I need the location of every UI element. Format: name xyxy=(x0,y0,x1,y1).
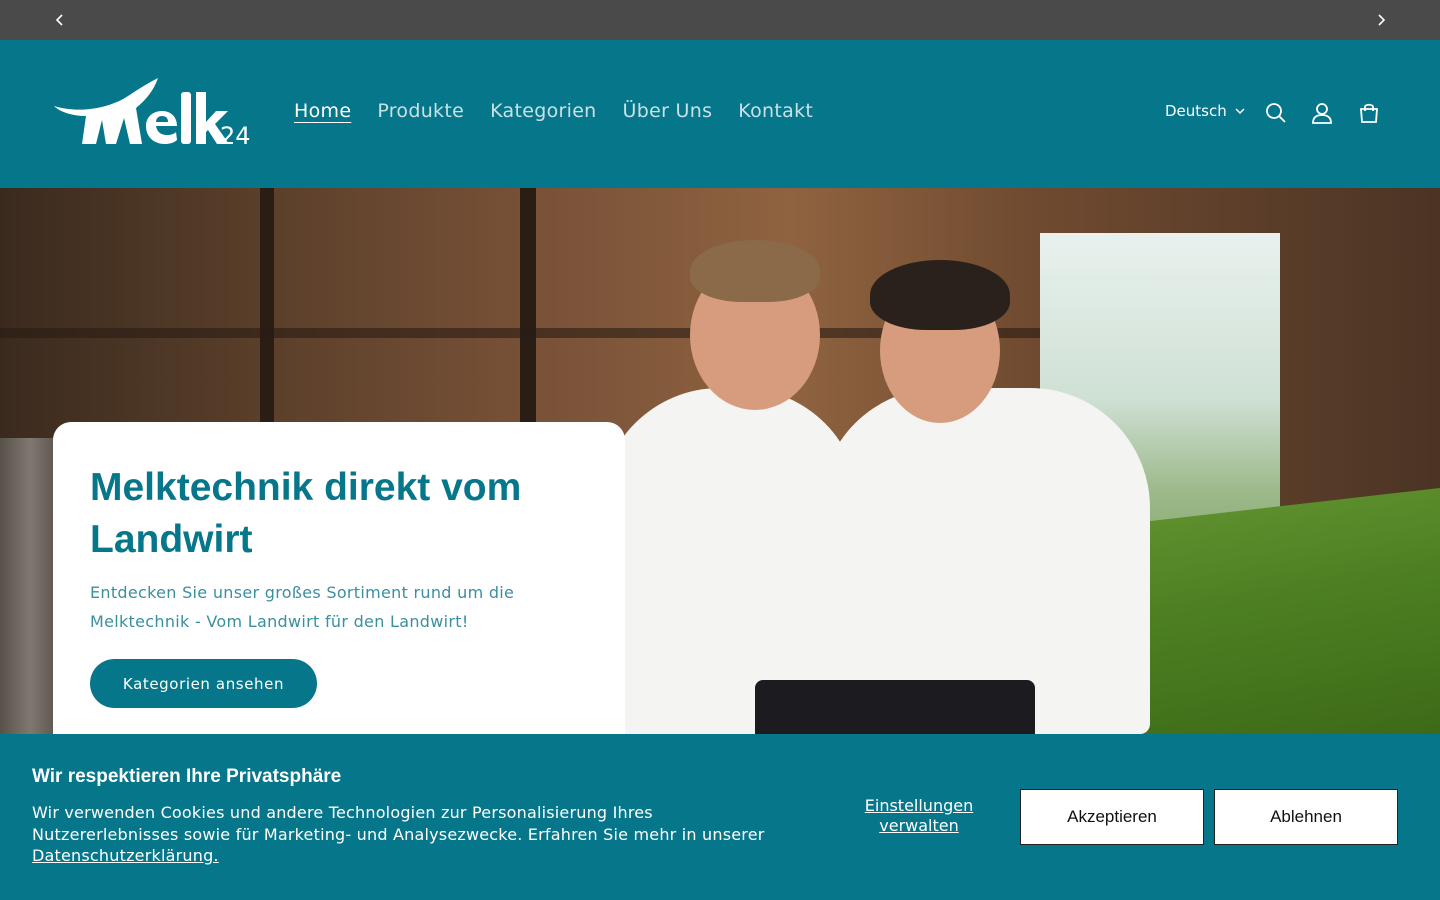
search-icon xyxy=(1266,103,1286,123)
nav-item-kontakt[interactable]: Kontakt xyxy=(738,100,813,122)
laptop xyxy=(755,680,1035,734)
hero-text: Entdecken Sie unser großes Sortiment run… xyxy=(90,583,515,631)
man-hair xyxy=(690,240,820,302)
nav-item-ueber-uns[interactable]: Über Uns xyxy=(623,100,713,122)
privacy-policy-link[interactable]: Datenschutzerklärung. xyxy=(32,846,219,865)
cookie-title: Wir respektieren Ihre Privatsphäre xyxy=(32,766,342,787)
nav-item-produkte[interactable]: Produkte xyxy=(377,100,464,122)
manage-settings-link[interactable]: Einstellungen verwalten xyxy=(855,796,983,836)
announcement-prev-button[interactable] xyxy=(40,0,80,40)
nav-item-kategorien[interactable]: Kategorien xyxy=(490,100,596,122)
cookie-text: Wir verwenden Cookies und andere Technol… xyxy=(32,802,792,867)
fence-post xyxy=(0,438,60,734)
site-header: 24 Home Produkte Kategorien Über Uns Kon… xyxy=(0,40,1440,188)
language-label: Deutsch xyxy=(1165,102,1227,120)
melk24-logo[interactable]: 24 xyxy=(50,78,260,154)
chevron-left-icon xyxy=(55,14,63,26)
language-selector[interactable]: Deutsch xyxy=(1165,102,1247,120)
melk24-logo-graphic: 24 xyxy=(54,78,251,150)
accept-button[interactable]: Akzeptieren xyxy=(1020,789,1204,845)
search-button[interactable] xyxy=(1261,98,1291,128)
hero-title: Melktechnik direkt vom Landwirt xyxy=(90,466,522,561)
nav-item-home[interactable]: Home xyxy=(294,100,351,122)
categories-button[interactable]: Kategorien ansehen xyxy=(90,659,317,708)
cookie-banner: Wir respektieren Ihre Privatsphäre Wir v… xyxy=(0,734,1440,900)
main-nav: Home Produkte Kategorien Über Uns Kontak… xyxy=(294,100,813,122)
chevron-right-icon xyxy=(1378,14,1386,26)
chevron-down-icon xyxy=(1235,108,1245,115)
cart-icon xyxy=(1360,103,1378,123)
cart-button[interactable] xyxy=(1354,98,1384,128)
svg-text:24: 24 xyxy=(220,122,251,150)
announcement-bar xyxy=(0,0,1440,40)
account-icon xyxy=(1312,103,1332,124)
decline-button[interactable]: Ablehnen xyxy=(1214,789,1398,845)
cookie-description: Wir verwenden Cookies und andere Technol… xyxy=(32,803,765,844)
account-button[interactable] xyxy=(1307,98,1337,128)
woman-hair xyxy=(870,260,1010,330)
announcement-next-button[interactable] xyxy=(1361,0,1401,40)
